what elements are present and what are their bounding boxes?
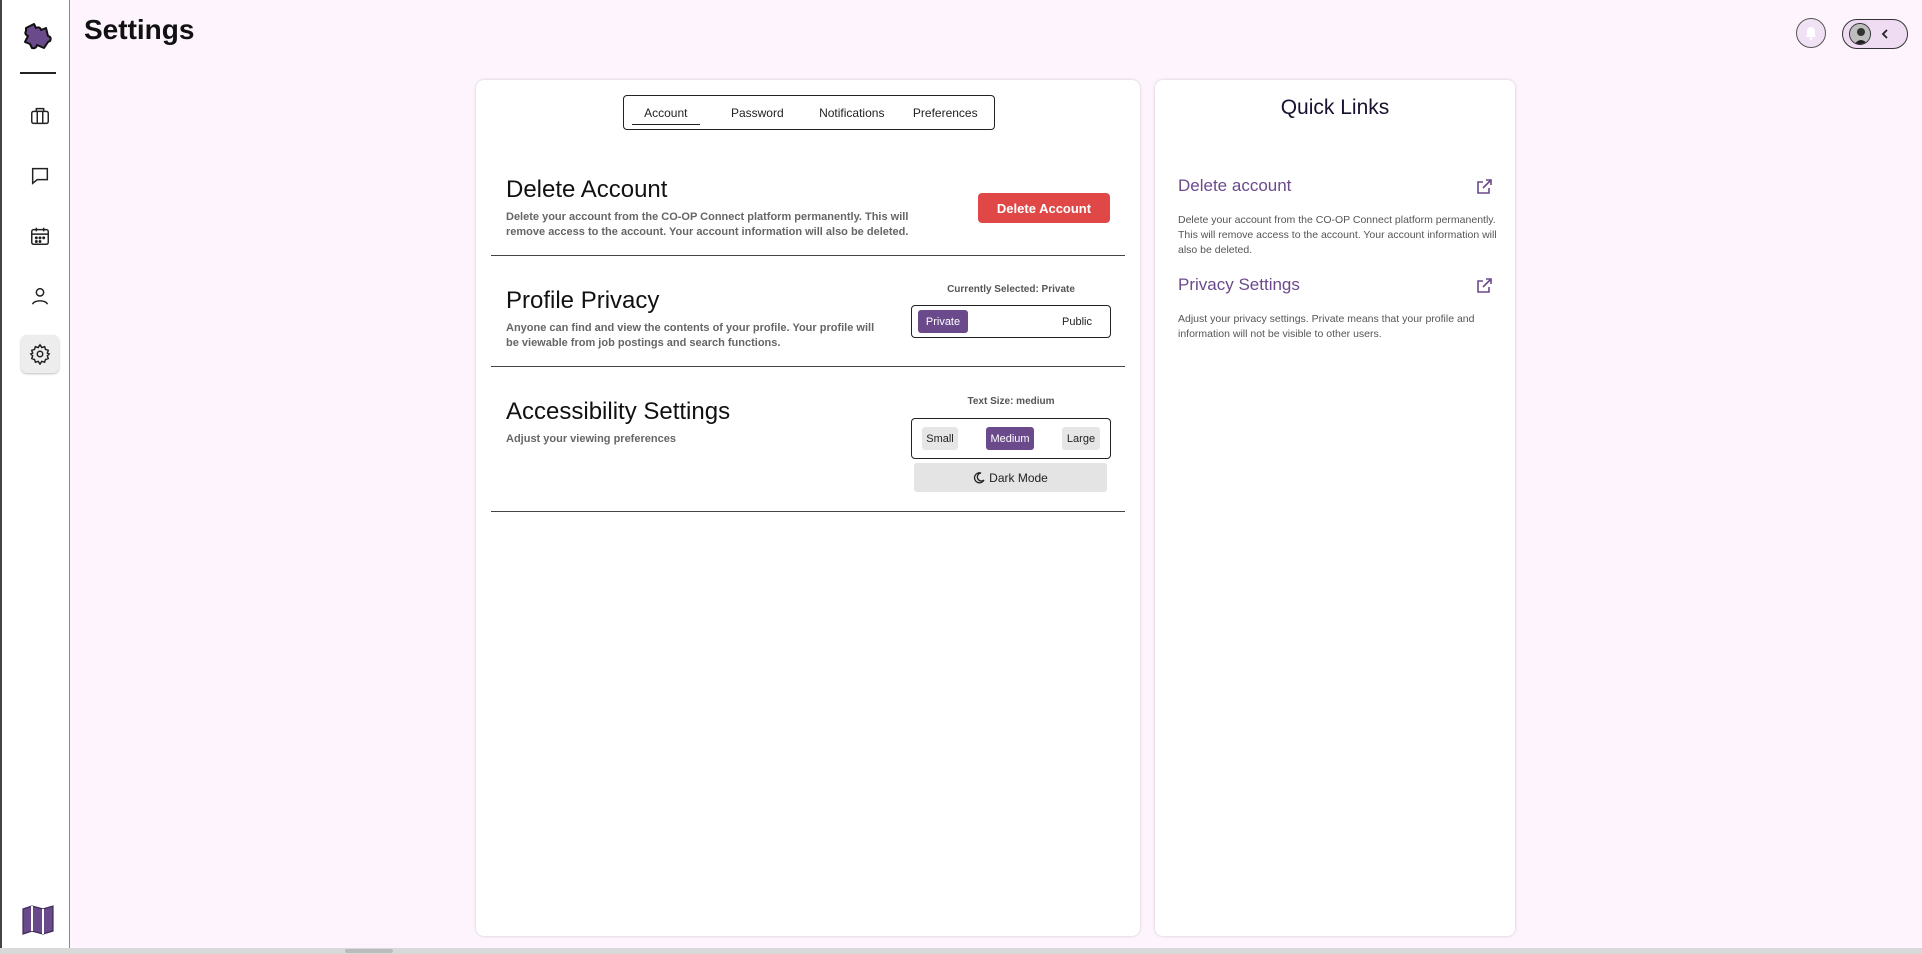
accessibility-section: Accessibility Settings Adjust your viewi… — [506, 398, 886, 447]
sidebar-item-messages[interactable] — [21, 157, 59, 195]
section-divider — [491, 511, 1125, 512]
accessibility-title: Accessibility Settings — [506, 398, 731, 425]
profile-menu-button[interactable] — [1842, 19, 1908, 49]
chat-icon — [31, 167, 49, 185]
text-size-toggle: Small Medium Large — [911, 418, 1111, 459]
text-size-small[interactable]: Small — [922, 427, 958, 450]
tab-account[interactable]: Account — [624, 96, 708, 129]
text-size-large[interactable]: Large — [1062, 427, 1100, 450]
profile-privacy-title: Profile Privacy — [506, 287, 660, 314]
quick-link-privacy-settings[interactable]: Privacy Settings — [1178, 275, 1300, 295]
delete-account-description: Delete your account from the CO-OP Conne… — [506, 211, 909, 238]
page-title: Settings — [84, 14, 195, 45]
dark-mode-button[interactable]: Dark Mode — [914, 463, 1107, 492]
settings-tabs: Account Password Notifications Preferenc… — [623, 95, 995, 130]
puzzle-logo-icon[interactable] — [20, 18, 54, 52]
external-link-icon[interactable] — [1475, 277, 1493, 295]
quick-link-delete-description: Delete your account from the CO-OP Conne… — [1178, 214, 1497, 256]
bell-icon — [1806, 27, 1816, 40]
accessibility-description: Adjust your viewing preferences — [506, 433, 676, 445]
section-divider — [491, 366, 1125, 367]
sidebar-item-calendar[interactable] — [21, 217, 59, 255]
sidebar-item-settings[interactable] — [21, 335, 59, 373]
delete-account-section: Delete Account Delete your account from … — [506, 176, 946, 240]
privacy-option-private[interactable]: Private — [918, 310, 968, 333]
sidebar — [0, 0, 70, 954]
privacy-option-public[interactable]: Public — [1052, 310, 1102, 333]
calendar-icon — [31, 227, 49, 245]
tab-preferences[interactable]: Preferences — [897, 96, 994, 129]
external-link-icon[interactable] — [1475, 178, 1493, 196]
quick-link-delete-account[interactable]: Delete account — [1178, 176, 1291, 196]
map-icon[interactable] — [21, 904, 55, 936]
sidebar-item-jobs[interactable] — [21, 97, 59, 135]
tab-password[interactable]: Password — [708, 96, 807, 129]
settings-panel: Account Password Notifications Preferenc… — [476, 80, 1140, 936]
sidebar-item-profile[interactable] — [21, 277, 59, 315]
quick-link-privacy-description: Adjust your privacy settings. Private me… — [1178, 313, 1475, 340]
moon-icon — [974, 471, 985, 483]
avatar-image-icon — [1850, 24, 1870, 44]
privacy-toggle: Private Public — [911, 305, 1111, 338]
section-divider — [491, 255, 1125, 256]
tab-notifications[interactable]: Notifications — [807, 96, 897, 129]
chevron-left-icon — [1881, 29, 1888, 39]
delete-account-button[interactable]: Delete Account — [978, 193, 1110, 223]
profile-privacy-section: Profile Privacy Anyone can find and view… — [506, 287, 886, 351]
quick-links-title: Quick Links — [1280, 96, 1390, 119]
notifications-button[interactable] — [1796, 18, 1826, 48]
horizontal-scrollbar[interactable] — [0, 948, 1922, 954]
person-icon — [31, 287, 49, 305]
dark-mode-label: Dark Mode — [989, 470, 1048, 485]
text-size-medium[interactable]: Medium — [986, 427, 1034, 450]
scrollbar-thumb[interactable] — [345, 949, 393, 953]
privacy-selected-caption: Currently Selected: Private — [947, 284, 1075, 295]
sidebar-divider — [20, 72, 56, 74]
delete-account-title: Delete Account — [506, 176, 668, 203]
quick-links-panel: Quick Links Delete account Delete your a… — [1155, 80, 1515, 936]
text-size-caption: Text Size: medium — [967, 396, 1055, 407]
avatar — [1849, 23, 1871, 45]
gear-icon — [29, 343, 51, 365]
profile-privacy-description: Anyone can find and view the contents of… — [506, 322, 875, 349]
briefcase-icon — [31, 107, 49, 125]
